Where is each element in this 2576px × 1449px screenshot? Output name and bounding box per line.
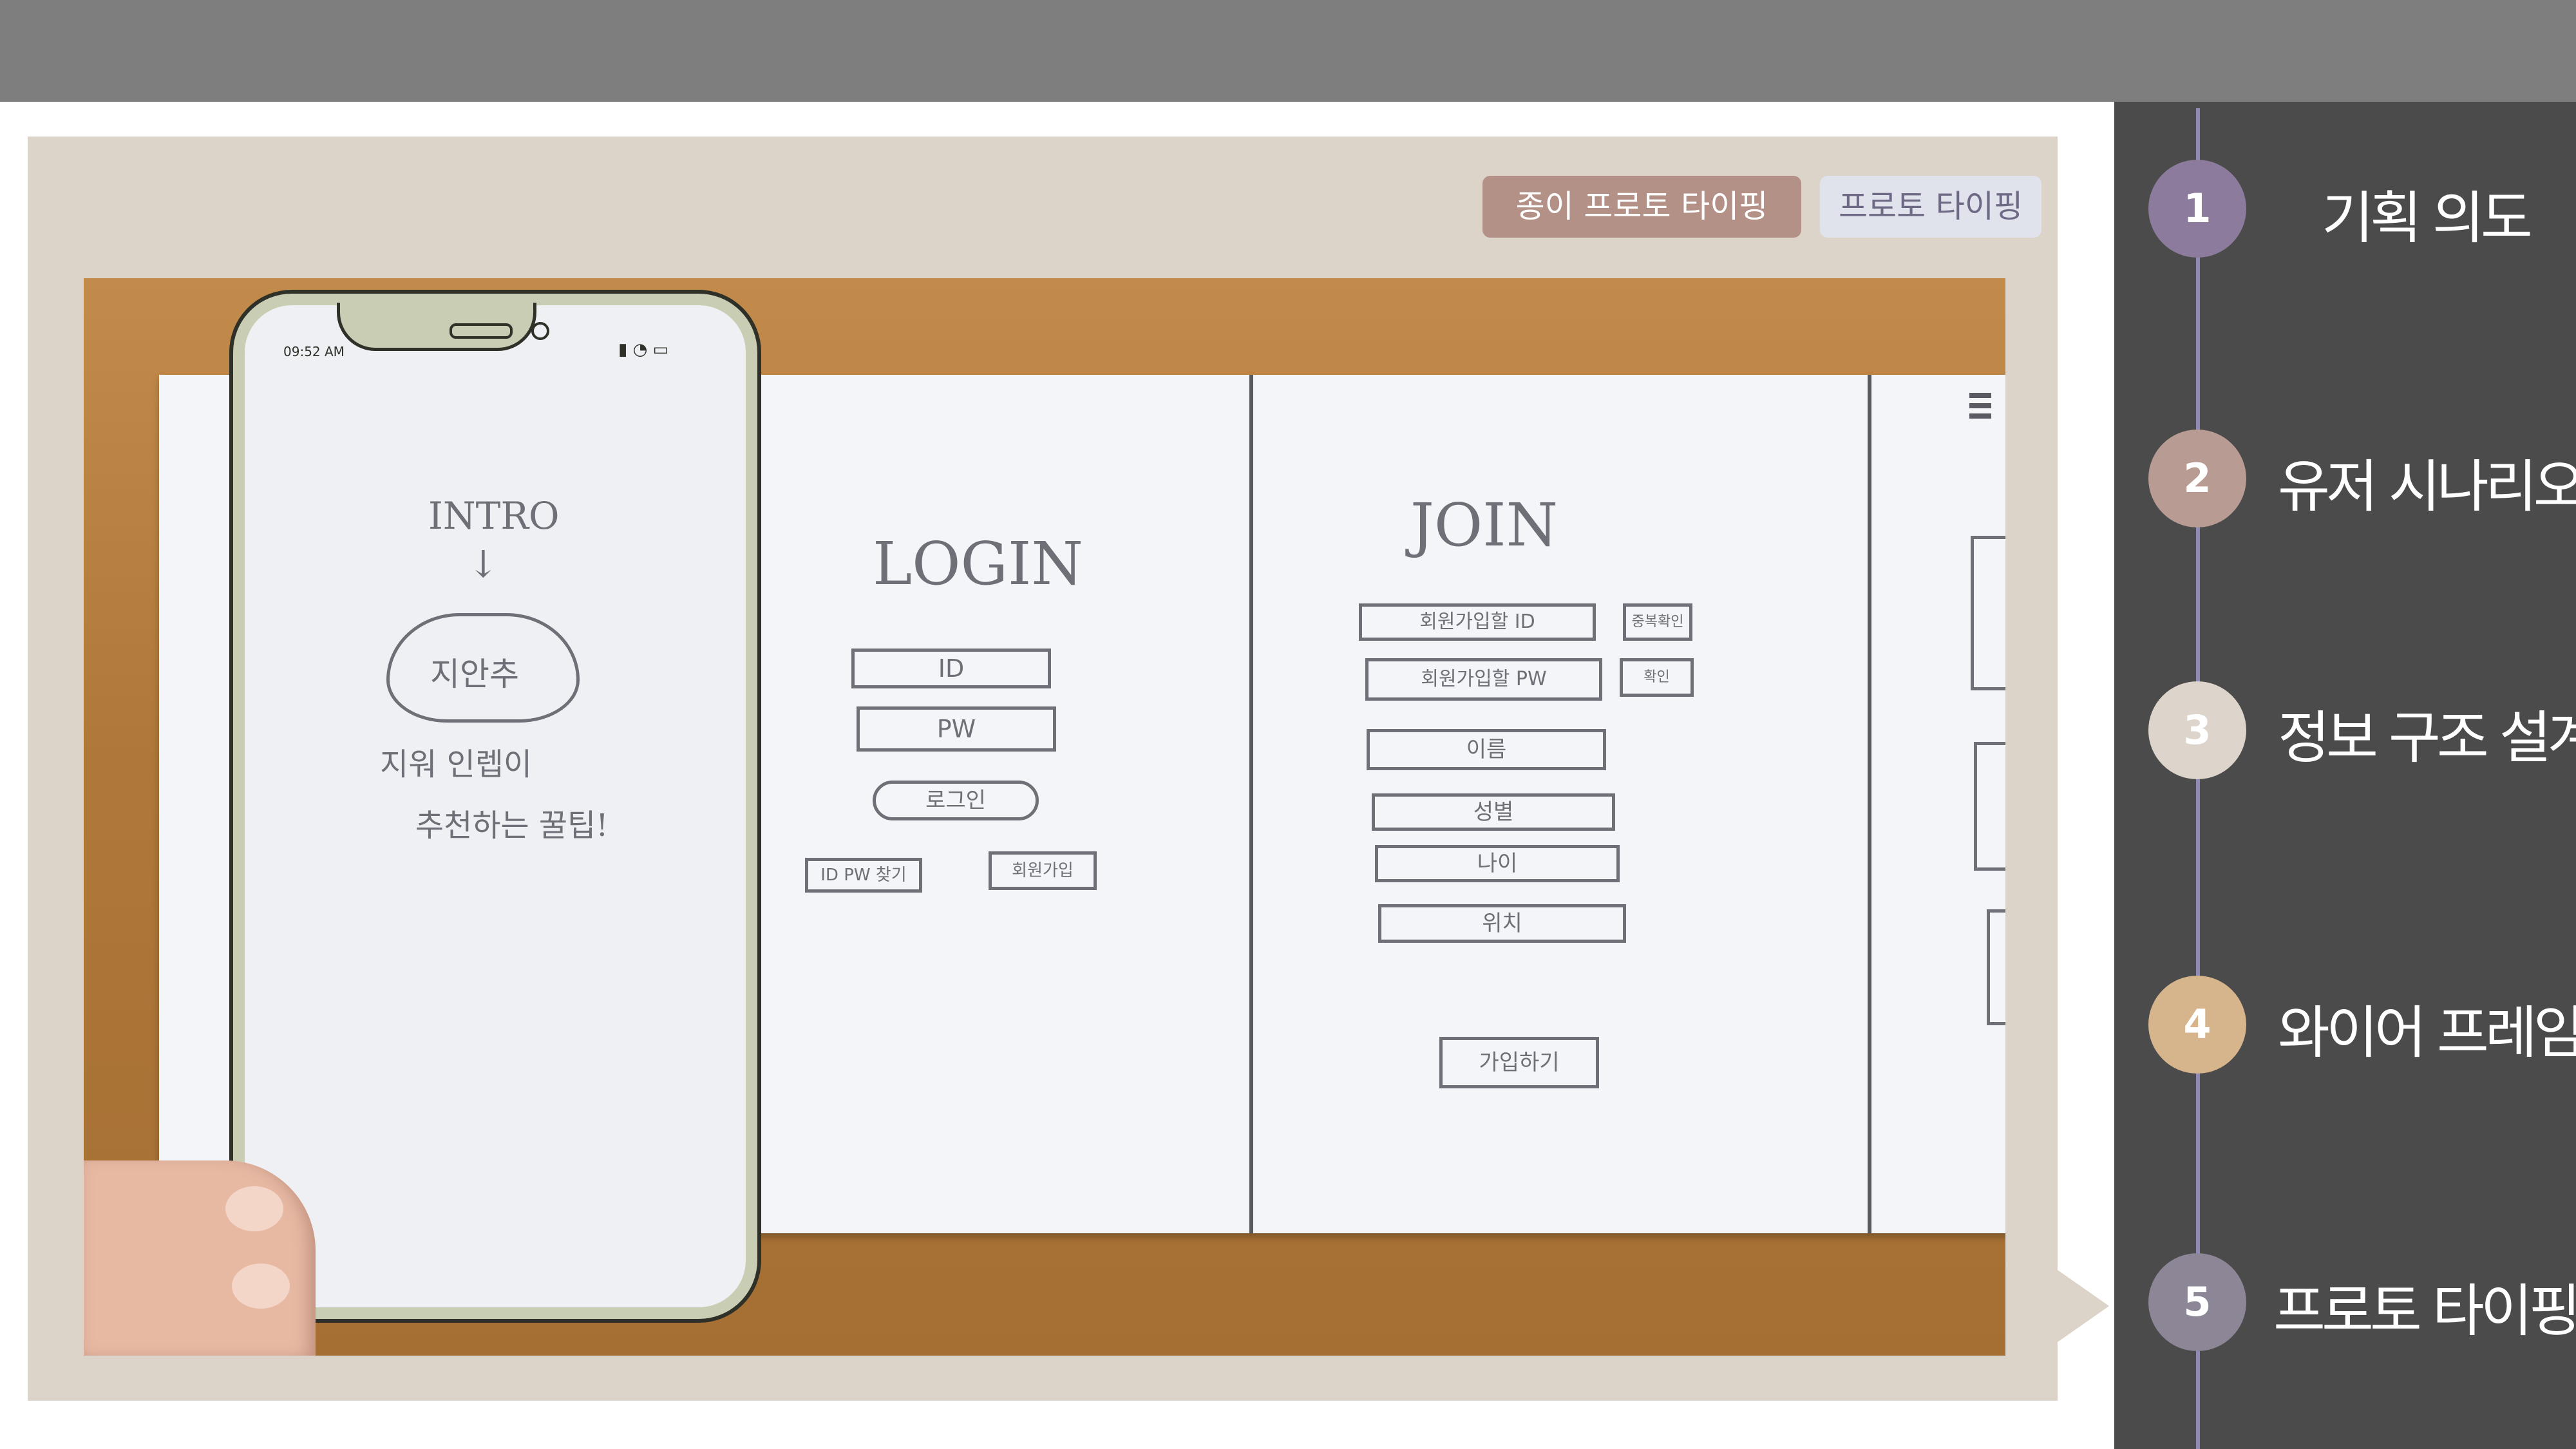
panel-pointer-arrow	[2058, 1270, 2109, 1342]
join-title: JOIN	[1410, 491, 1558, 560]
step-2-marker[interactable]: 2	[2148, 430, 2246, 527]
intro-line-2: 추천하는 꿀팁!	[415, 808, 609, 844]
step-5-marker[interactable]: 5	[2148, 1253, 2246, 1351]
status-time: 09:52 AM	[283, 344, 345, 359]
find-id-pw-button[interactable]: ID PW 찾기	[805, 858, 922, 893]
pw-check-button[interactable]: 확인	[1620, 658, 1694, 697]
step-5-label[interactable]: 프로토 타이핑	[2273, 1265, 2576, 1347]
signup-link-button[interactable]: 회원가입	[989, 851, 1097, 890]
login-title: LOGIN	[873, 529, 1083, 598]
paper-fold-line	[1868, 375, 1871, 1233]
next-screen-card	[1971, 536, 2005, 690]
signal-icon: ▮ ◔ ▭	[618, 340, 669, 359]
phone-speaker	[450, 323, 513, 339]
join-pw-field[interactable]: 회원가입할 PW	[1365, 658, 1602, 701]
login-id-field[interactable]: ID	[851, 649, 1051, 688]
tag-prototyping[interactable]: 프로토 타이핑	[1820, 176, 2041, 238]
fingernail	[225, 1186, 283, 1231]
next-screen-card	[1987, 909, 2005, 1025]
step-4-label[interactable]: 와이어 프레임	[2278, 987, 2576, 1069]
step-1-label[interactable]: 기획 의도	[2322, 173, 2533, 254]
join-location-field[interactable]: 위치	[1378, 904, 1626, 943]
intro-cloud-text: 지안추	[430, 656, 519, 693]
intro-title: INTRO	[428, 494, 560, 538]
step-3-label[interactable]: 정보 구조 설계	[2278, 692, 2576, 774]
join-submit-button[interactable]: 가입하기	[1439, 1037, 1599, 1088]
paper-prototype-photo: 09:52 AM ▮ ◔ ▭ INTRO ↓ 지안추 지워 인렙이 추천하는 꿀…	[84, 278, 2005, 1356]
id-duplicate-check-button[interactable]: 중복확인	[1623, 603, 1692, 641]
join-id-field[interactable]: 회원가입할 ID	[1359, 603, 1596, 641]
hand	[84, 1160, 316, 1356]
step-4-marker[interactable]: 4	[2148, 976, 2246, 1074]
fingernail	[232, 1264, 290, 1309]
phone-camera	[531, 322, 549, 340]
paper-fold-line	[1249, 375, 1253, 1233]
step-2-label[interactable]: 유저 시나리오	[2278, 441, 2576, 523]
arrow-down-icon: ↓	[468, 542, 499, 586]
next-screen-card	[1974, 742, 2005, 871]
join-name-field[interactable]: 이름	[1367, 729, 1606, 770]
join-gender-field[interactable]: 성별	[1372, 793, 1615, 831]
top-bar	[0, 0, 2576, 102]
hamburger-menu-icon	[1969, 393, 1991, 424]
login-pw-field[interactable]: PW	[857, 706, 1056, 752]
step-1-marker[interactable]: 1	[2148, 160, 2246, 258]
login-button[interactable]: 로그인	[873, 781, 1039, 820]
join-age-field[interactable]: 나이	[1375, 845, 1620, 882]
tag-paper-prototyping[interactable]: 종이 프로토 타이핑	[1482, 176, 1801, 238]
step-3-marker[interactable]: 3	[2148, 681, 2246, 779]
intro-line-1: 지워 인렙이	[380, 746, 533, 782]
